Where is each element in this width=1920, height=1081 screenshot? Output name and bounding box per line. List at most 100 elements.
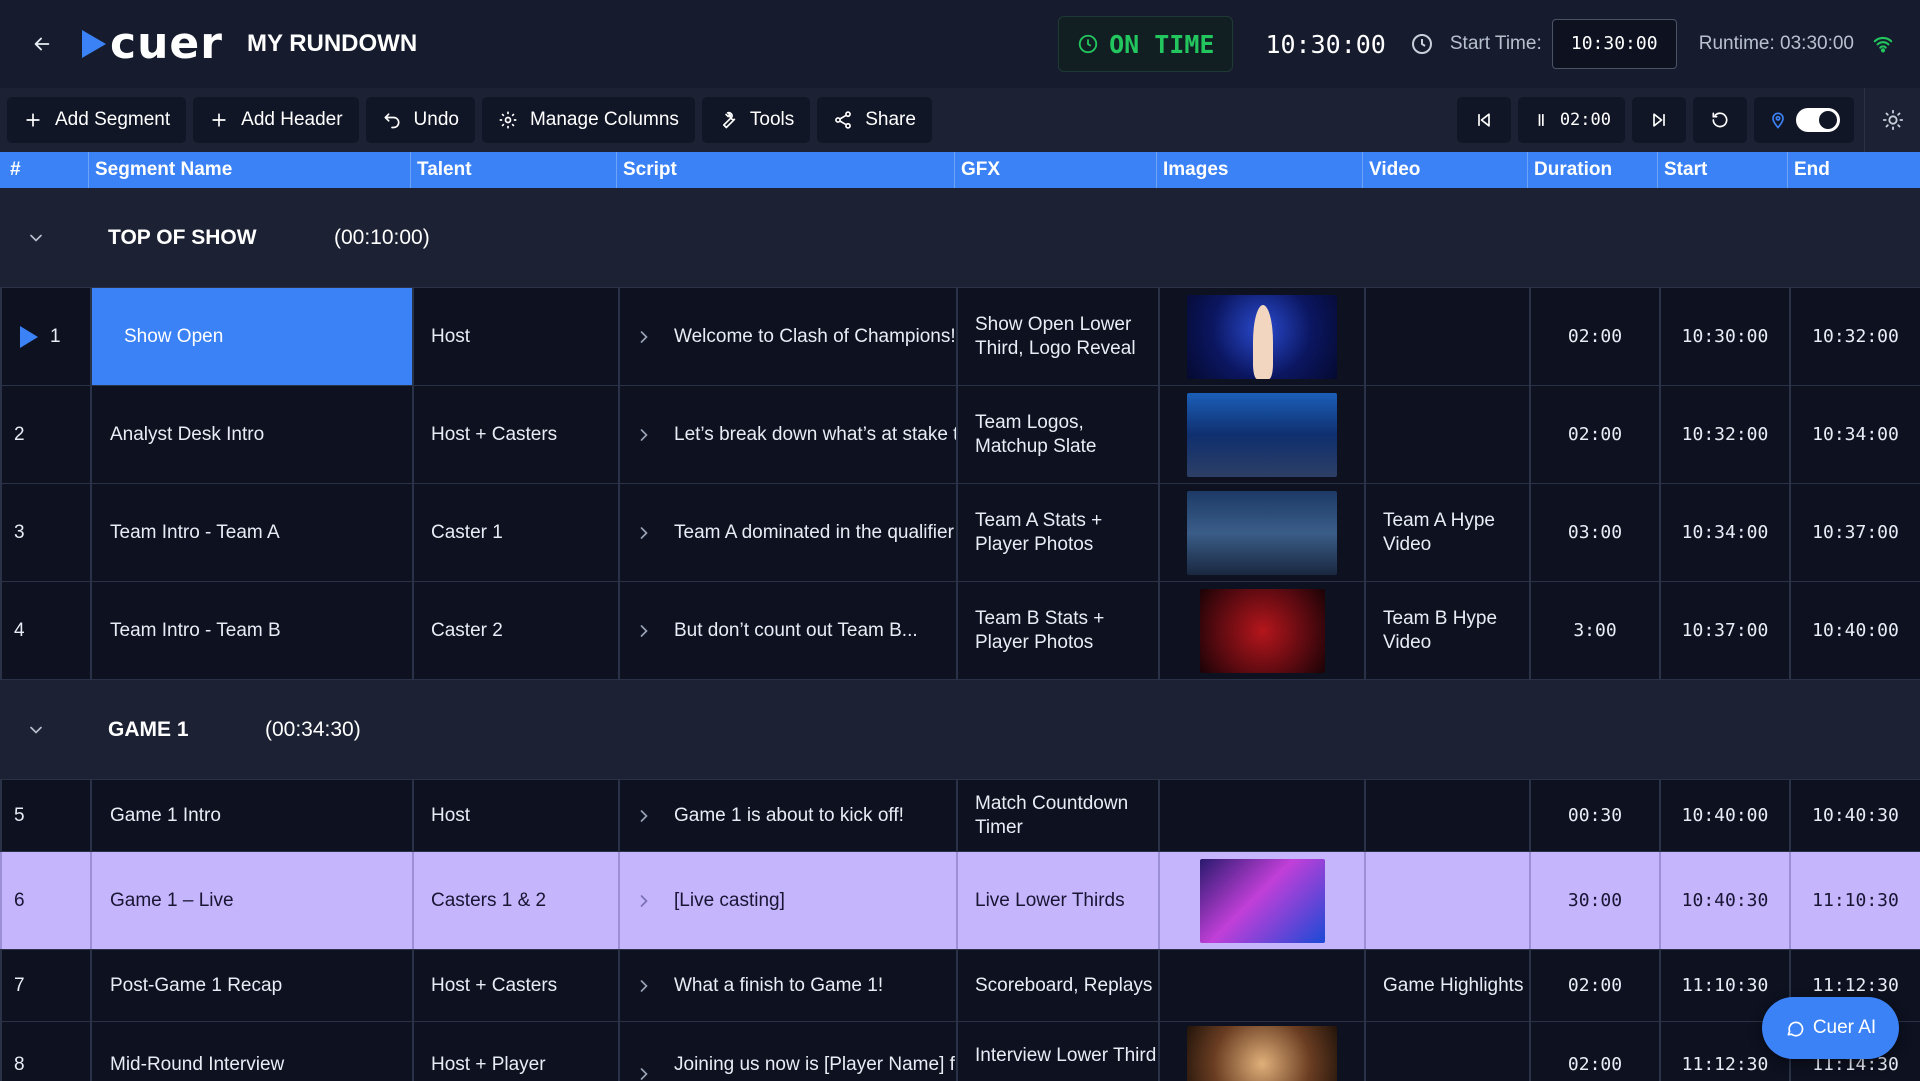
images-cell[interactable] bbox=[1158, 484, 1364, 581]
segment-thumbnail[interactable] bbox=[1199, 858, 1325, 943]
table-row[interactable]: 2 Analyst Desk Intro Host + Casters Let’… bbox=[0, 386, 1920, 484]
images-cell[interactable] bbox=[1158, 950, 1364, 1021]
section-header[interactable]: TOP OF SHOW (00:10:00) bbox=[0, 188, 1920, 288]
autoscroll-toggle[interactable] bbox=[1796, 108, 1840, 132]
chevron-down-icon[interactable] bbox=[26, 720, 46, 740]
column-header-script[interactable]: Script bbox=[616, 152, 954, 188]
chevron-right-icon[interactable] bbox=[634, 891, 654, 911]
rundown-title[interactable]: MY RUNDOWN bbox=[247, 30, 417, 58]
segment-thumbnail[interactable] bbox=[1187, 294, 1337, 379]
talent-cell[interactable]: Host + Player bbox=[412, 1022, 618, 1081]
duration-cell[interactable]: 02:00 bbox=[1529, 1022, 1659, 1081]
script-cell[interactable]: Let’s break down what’s at stake t bbox=[618, 386, 956, 483]
table-row[interactable]: 1 Show Open Host Welcome to Clash of Cha… bbox=[0, 288, 1920, 386]
gfx-cell[interactable]: Team A Stats + Player Photos bbox=[956, 484, 1158, 581]
duration-cell[interactable]: 3:00 bbox=[1529, 582, 1659, 679]
chevron-right-icon[interactable] bbox=[634, 621, 654, 641]
duration-cell[interactable]: 00:30 bbox=[1529, 780, 1659, 851]
segment-name-cell[interactable]: Analyst Desk Intro bbox=[90, 386, 412, 483]
video-cell[interactable] bbox=[1364, 1022, 1529, 1081]
talent-cell[interactable]: Host + Casters bbox=[412, 386, 618, 483]
chevron-right-icon[interactable] bbox=[634, 806, 654, 826]
segment-name-cell[interactable]: Game 1 Intro bbox=[90, 780, 412, 851]
column-header-start[interactable]: Start bbox=[1657, 152, 1787, 188]
segment-thumbnail[interactable] bbox=[1187, 392, 1337, 477]
video-cell[interactable]: Game Highlights bbox=[1364, 950, 1529, 1021]
segment-name-cell[interactable]: Post-Game 1 Recap bbox=[90, 950, 412, 1021]
column-header-segment[interactable]: Segment Name bbox=[88, 152, 410, 188]
segment-name-cell[interactable]: Team Intro - Team B bbox=[90, 582, 412, 679]
column-header-number[interactable]: # bbox=[0, 152, 90, 188]
video-cell[interactable]: Team B Hype Video bbox=[1364, 582, 1529, 679]
talent-cell[interactable]: Caster 2 bbox=[412, 582, 618, 679]
script-cell[interactable]: Joining us now is [Player Name] fr bbox=[618, 1022, 956, 1081]
video-cell[interactable]: Team A Hype Video bbox=[1364, 484, 1529, 581]
add-header-button[interactable]: Add Header bbox=[193, 97, 359, 143]
talent-cell[interactable]: Host bbox=[412, 288, 618, 385]
talent-cell[interactable]: Host + Casters bbox=[412, 950, 618, 1021]
previous-segment-button[interactable] bbox=[1456, 97, 1511, 143]
column-header-gfx[interactable]: GFX bbox=[954, 152, 1156, 188]
duration-cell[interactable]: 30:00 bbox=[1529, 852, 1659, 949]
section-header[interactable]: GAME 1 (00:34:30) bbox=[0, 680, 1920, 780]
chevron-right-icon[interactable] bbox=[634, 425, 654, 445]
script-cell[interactable]: Welcome to Clash of Champions! bbox=[618, 288, 956, 385]
cuer-ai-button[interactable]: Cuer AI bbox=[1762, 997, 1899, 1059]
images-cell[interactable] bbox=[1158, 780, 1364, 851]
video-cell[interactable] bbox=[1364, 780, 1529, 851]
segment-thumbnail[interactable] bbox=[1187, 1026, 1337, 1081]
manage-columns-button[interactable]: Manage Columns bbox=[481, 97, 695, 143]
tools-button[interactable]: Tools bbox=[701, 97, 811, 143]
script-cell[interactable]: But don’t count out Team B... bbox=[618, 582, 956, 679]
reset-button[interactable] bbox=[1693, 97, 1747, 143]
pause-timer-button[interactable]: 02:00 bbox=[1517, 97, 1625, 143]
duration-cell[interactable]: 03:00 bbox=[1529, 484, 1659, 581]
images-cell[interactable] bbox=[1158, 582, 1364, 679]
back-arrow-icon[interactable] bbox=[20, 22, 64, 66]
table-row[interactable]: 7 Post-Game 1 Recap Host + Casters What … bbox=[0, 950, 1920, 1022]
segment-name-cell[interactable]: Game 1 – Live bbox=[90, 852, 412, 949]
segment-name-cell[interactable]: Mid-Round Interview bbox=[90, 1022, 412, 1081]
images-cell[interactable] bbox=[1158, 386, 1364, 483]
gfx-cell[interactable]: Scoreboard, Replays bbox=[956, 950, 1158, 1021]
images-cell[interactable] bbox=[1158, 852, 1364, 949]
undo-button[interactable]: Undo bbox=[365, 97, 475, 143]
column-header-talent[interactable]: Talent bbox=[410, 152, 616, 188]
table-row-live[interactable]: 6 Game 1 – Live Casters 1 & 2 [Live cast… bbox=[0, 852, 1920, 950]
gfx-cell[interactable]: Show Open Lower Third, Logo Reveal bbox=[956, 288, 1158, 385]
gfx-cell[interactable]: Interview Lower Third bbox=[956, 1022, 1158, 1081]
talent-cell[interactable]: Host bbox=[412, 780, 618, 851]
column-header-duration[interactable]: Duration bbox=[1527, 152, 1657, 188]
chevron-right-icon[interactable] bbox=[634, 327, 654, 347]
gfx-cell[interactable]: Live Lower Thirds bbox=[956, 852, 1158, 949]
segment-thumbnail[interactable] bbox=[1187, 490, 1337, 575]
gfx-cell[interactable]: Team Logos, Matchup Slate bbox=[956, 386, 1158, 483]
next-segment-button[interactable] bbox=[1632, 97, 1686, 143]
script-cell[interactable]: Team A dominated in the qualifier bbox=[618, 484, 956, 581]
column-header-end[interactable]: End bbox=[1787, 152, 1920, 188]
start-time-input[interactable]: 10:30:00 bbox=[1551, 19, 1677, 69]
script-cell[interactable]: What a finish to Game 1! bbox=[618, 950, 956, 1021]
duration-cell[interactable]: 02:00 bbox=[1529, 386, 1659, 483]
table-row[interactable]: 4 Team Intro - Team B Caster 2 But don’t… bbox=[0, 582, 1920, 680]
video-cell[interactable] bbox=[1364, 386, 1529, 483]
chevron-right-icon[interactable] bbox=[634, 976, 654, 996]
gfx-cell[interactable]: Match Countdown Timer bbox=[956, 780, 1158, 851]
talent-cell[interactable]: Caster 1 bbox=[412, 484, 618, 581]
table-row[interactable]: 8 Mid-Round Interview Host + Player Join… bbox=[0, 1022, 1920, 1081]
chevron-right-icon[interactable] bbox=[634, 1064, 654, 1081]
video-cell[interactable] bbox=[1364, 288, 1529, 385]
segment-thumbnail[interactable] bbox=[1199, 588, 1325, 673]
images-cell[interactable] bbox=[1158, 1022, 1364, 1081]
theme-toggle-sun-icon[interactable] bbox=[1864, 88, 1920, 152]
chevron-right-icon[interactable] bbox=[634, 523, 654, 543]
add-segment-button[interactable]: Add Segment bbox=[7, 97, 187, 143]
images-cell[interactable] bbox=[1158, 288, 1364, 385]
duration-cell[interactable]: 02:00 bbox=[1529, 288, 1659, 385]
chevron-down-icon[interactable] bbox=[26, 228, 46, 248]
table-row[interactable]: 5 Game 1 Intro Host Game 1 is about to k… bbox=[0, 780, 1920, 852]
segment-name-cell[interactable]: Team Intro - Team A bbox=[90, 484, 412, 581]
column-header-video[interactable]: Video bbox=[1362, 152, 1527, 188]
gfx-cell[interactable]: Team B Stats + Player Photos bbox=[956, 582, 1158, 679]
table-row[interactable]: 3 Team Intro - Team A Caster 1 Team A do… bbox=[0, 484, 1920, 582]
